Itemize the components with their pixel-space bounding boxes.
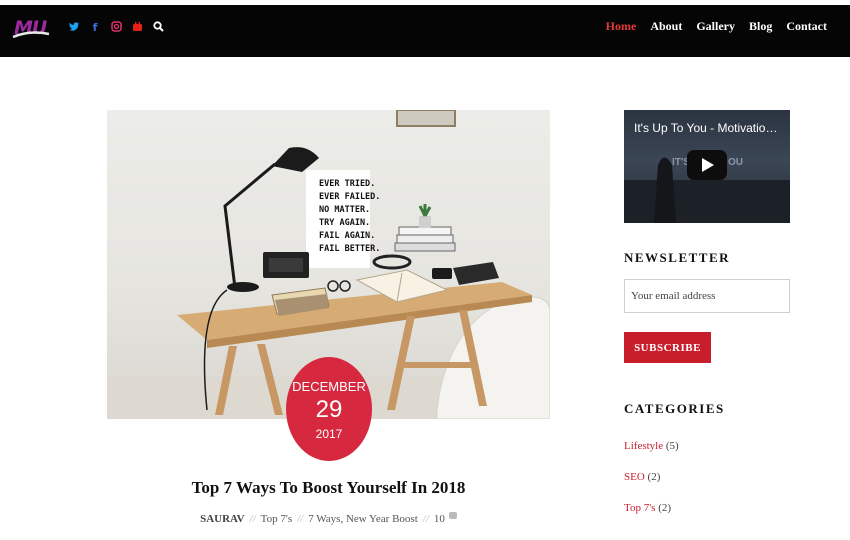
main-nav: Home About Gallery Blog Contact	[606, 19, 827, 34]
poster-line-5: FAIL AGAIN.	[319, 231, 375, 241]
date-year: 2017	[315, 427, 343, 441]
category-item: Lifestyle (5)	[624, 440, 679, 452]
nav-contact[interactable]: Contact	[786, 19, 827, 34]
poster-line-1: EVER TRIED.	[319, 179, 375, 189]
date-month: DECEMBER	[292, 379, 366, 394]
post-category[interactable]: Top 7's	[261, 513, 292, 525]
date-day: 29	[315, 396, 343, 423]
category-count: (2)	[658, 502, 672, 514]
site-logo[interactable]: MU	[12, 14, 52, 46]
meta-separator: //	[422, 513, 429, 525]
twitter-icon[interactable]	[68, 21, 80, 35]
nav-blog[interactable]: Blog	[749, 19, 772, 34]
site-header: MU f Home About Gallery Blog Contact	[0, 5, 850, 57]
poster-line-3: NO MATTER.	[319, 205, 370, 215]
poster-line-4: TRY AGAIN.	[319, 218, 370, 228]
instagram-icon[interactable]	[110, 21, 122, 35]
category-count: (2)	[647, 471, 661, 483]
newsletter-heading: NEWSLETTER	[624, 250, 731, 265]
subscribe-button[interactable]: SUBSCRIBE	[624, 332, 711, 363]
youtube-icon[interactable]	[131, 21, 143, 35]
category-item: SEO (2)	[624, 471, 660, 483]
meta-separator: //	[249, 513, 256, 525]
search-icon[interactable]	[152, 21, 164, 35]
nav-about[interactable]: About	[650, 19, 682, 34]
categories-heading: CATEGORIES	[624, 401, 725, 416]
meta-separator: //	[297, 513, 304, 525]
nav-gallery[interactable]: Gallery	[696, 19, 735, 34]
category-count: (5)	[665, 440, 679, 452]
post-meta: SAURAV // Top 7's // 7 Ways, New Year Boost /…	[107, 512, 550, 525]
newsletter-email-input[interactable]	[624, 279, 790, 313]
video-embed[interactable]: IT'S OU It's Up To You - Motivational...	[624, 110, 790, 223]
category-link-top7s[interactable]: Top 7's	[624, 502, 655, 514]
post-tags[interactable]: 7 Ways, New Year Boost	[308, 513, 418, 525]
poster-line-6: FAIL BETTER.	[319, 244, 380, 254]
post-author[interactable]: SAURAV	[200, 513, 244, 525]
facebook-icon[interactable]: f	[89, 21, 101, 35]
post-date-badge: DECEMBER 29 2017	[286, 357, 372, 461]
post-comment-count[interactable]: 10	[434, 513, 445, 525]
category-link-seo[interactable]: SEO	[624, 471, 645, 483]
nav-home[interactable]: Home	[606, 19, 637, 34]
category-item: Top 7's (2)	[624, 502, 671, 514]
logo-swoosh-icon	[12, 31, 50, 39]
svg-text:OU: OU	[728, 157, 743, 168]
category-link-lifestyle[interactable]: Lifestyle	[624, 440, 663, 452]
post-title[interactable]: Top 7 Ways To Boost Yourself In 2018	[107, 478, 550, 498]
poster-line-2: EVER FAILED.	[319, 192, 380, 202]
video-title[interactable]: It's Up To You - Motivational...	[634, 121, 784, 135]
social-links: f	[68, 21, 164, 35]
comment-icon	[448, 512, 457, 519]
play-icon[interactable]	[687, 150, 727, 180]
